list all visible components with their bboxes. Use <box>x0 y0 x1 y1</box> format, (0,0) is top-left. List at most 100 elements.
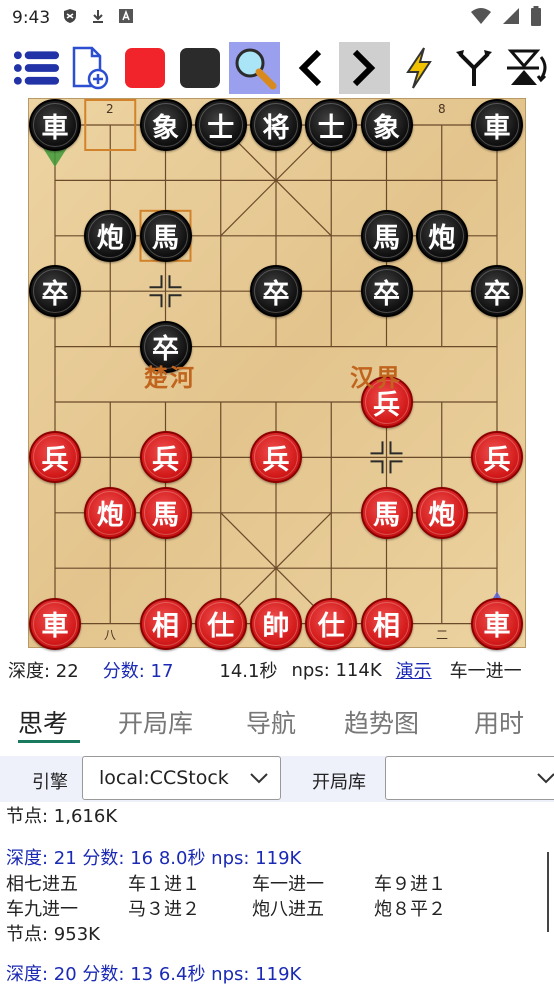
engine-select[interactable]: local:CCStock <box>82 756 281 800</box>
piece-label: 相 <box>143 601 188 646</box>
piece-label: 馬 <box>364 213 409 258</box>
piece-label: 卒 <box>475 269 519 314</box>
tab-indicator <box>18 740 80 743</box>
red-piece[interactable]: 相 <box>139 597 192 650</box>
pv-move: 车一进一 <box>252 874 324 895</box>
tab-time-usage[interactable]: 用时 <box>474 704 524 740</box>
black-piece[interactable]: 卒 <box>471 265 523 318</box>
piece-label: 士 <box>198 103 243 147</box>
engine-move-button[interactable] <box>394 42 445 94</box>
pv-move: 炮八进五 <box>252 899 324 920</box>
pv-move: 车９进１ <box>374 874 446 895</box>
red-piece[interactable]: 兵 <box>29 431 81 484</box>
red-piece[interactable]: 車 <box>471 597 523 650</box>
nodes-line: 节点: 953K <box>6 924 100 945</box>
chess-board[interactable]: 車象士将士象車炮馬馬炮卒卒卒卒卒兵兵兵兵兵炮馬馬炮車相仕帥仕相車 2 8 八 二… <box>28 98 526 650</box>
toolbar <box>0 40 554 96</box>
lightning-icon <box>406 47 432 89</box>
black-piece[interactable]: 馬 <box>360 209 413 262</box>
black-piece[interactable]: 士 <box>194 99 247 151</box>
piece-label: 帥 <box>254 601 298 646</box>
black-piece[interactable]: 象 <box>360 99 413 151</box>
piece-label: 馬 <box>364 490 409 535</box>
black-piece[interactable]: 炮 <box>84 209 137 262</box>
red-piece[interactable]: 仕 <box>194 597 247 650</box>
analysis-scrollbar[interactable] <box>547 852 549 932</box>
tab-navigation[interactable]: 导航 <box>246 704 296 740</box>
tab-bar: 思考 开局库 导航 趋势图 用时 <box>0 700 554 750</box>
flip-board-button[interactable] <box>503 42 554 94</box>
piece-label: 象 <box>143 103 188 147</box>
black-piece[interactable]: 車 <box>471 99 523 151</box>
black-piece[interactable]: 卒 <box>29 265 81 318</box>
black-piece[interactable]: 炮 <box>415 209 468 262</box>
next-move-button[interactable] <box>338 42 390 94</box>
river-text-right: 汉界 <box>350 363 402 392</box>
piece-label: 炮 <box>88 213 133 258</box>
pv-move: 马３进２ <box>128 899 200 920</box>
black-piece[interactable]: 車 <box>29 99 81 151</box>
engine-label: 引擎 <box>32 772 68 793</box>
tab-opening-book[interactable]: 开局库 <box>118 704 193 740</box>
piece-label: 卒 <box>254 269 298 314</box>
piece-label: 馬 <box>143 213 188 258</box>
previous-move-button[interactable] <box>284 42 335 94</box>
chevron-left-icon <box>298 49 321 87</box>
red-side-button[interactable] <box>120 42 171 94</box>
red-piece[interactable]: 兵 <box>250 431 302 484</box>
score-text: 分数: 17 <box>102 661 174 682</box>
black-piece[interactable]: 馬 <box>139 209 192 262</box>
pv-move: 相七进五 <box>6 874 78 895</box>
menu-button[interactable] <box>10 42 61 94</box>
black-piece[interactable]: 象 <box>139 99 192 151</box>
pv-move: 车１进１ <box>128 874 200 895</box>
pv-move: 车九进一 <box>6 899 78 920</box>
variation-button[interactable] <box>448 42 499 94</box>
analysis-header-depth-21: 深度: 21 分数: 16 8.0秒 nps: 119K <box>6 848 302 869</box>
analysis-output[interactable]: 节点: 1,616K 深度: 21 分数: 16 8.0秒 nps: 119K … <box>0 802 554 984</box>
chevron-right-icon <box>353 49 376 87</box>
tab-trend-chart[interactable]: 趋势图 <box>344 704 419 740</box>
nps-text: nps: 114K <box>291 659 382 681</box>
piece-label: 象 <box>364 103 409 147</box>
black-square-icon <box>179 48 220 88</box>
engine-settings-row: 引擎 local:CCStock 开局库 <box>0 756 554 802</box>
status-bar: 9:43 <box>0 0 554 36</box>
red-piece[interactable]: 兵 <box>471 431 523 484</box>
file-label-bottom-8: 八 <box>104 628 117 642</box>
red-piece[interactable]: 炮 <box>84 486 137 539</box>
red-piece[interactable]: 相 <box>360 597 413 650</box>
red-piece[interactable]: 馬 <box>360 486 413 539</box>
red-piece[interactable]: 仕 <box>305 597 358 650</box>
analysis-header-depth-20: 深度: 20 分数: 13 6.4秒 nps: 119K <box>6 964 302 984</box>
red-piece[interactable]: 兵 <box>139 431 192 484</box>
red-piece[interactable]: 車 <box>29 597 81 650</box>
wifi-icon <box>470 7 492 29</box>
file-label-top-2: 2 <box>106 102 114 116</box>
black-piece[interactable]: 将 <box>250 99 302 151</box>
piece-label: 車 <box>33 103 77 147</box>
red-piece[interactable]: 炮 <box>415 486 468 539</box>
black-piece[interactable]: 卒 <box>360 265 413 318</box>
piece-label: 車 <box>475 103 519 147</box>
shield-icon <box>62 8 78 28</box>
river-text-left: 楚河 <box>144 363 196 392</box>
red-piece[interactable]: 馬 <box>139 486 192 539</box>
book-select[interactable] <box>385 756 554 800</box>
piece-label: 車 <box>33 601 77 646</box>
analyze-button[interactable] <box>229 42 281 94</box>
black-side-button[interactable] <box>175 42 226 94</box>
piece-label: 相 <box>364 601 409 646</box>
tab-think[interactable]: 思考 <box>18 704 68 740</box>
black-piece[interactable]: 士 <box>305 99 358 151</box>
book-label: 开局库 <box>312 772 366 793</box>
black-piece[interactable]: 卒 <box>250 265 302 318</box>
new-game-button[interactable] <box>65 42 116 94</box>
piece-label: 卒 <box>364 269 409 314</box>
piece-label: 兵 <box>254 435 298 480</box>
piece-label: 兵 <box>475 435 519 480</box>
battery-icon <box>530 6 542 30</box>
piece-label: 将 <box>254 103 298 147</box>
demo-link[interactable]: 演示 <box>396 657 432 683</box>
red-piece[interactable]: 帥 <box>250 597 302 650</box>
